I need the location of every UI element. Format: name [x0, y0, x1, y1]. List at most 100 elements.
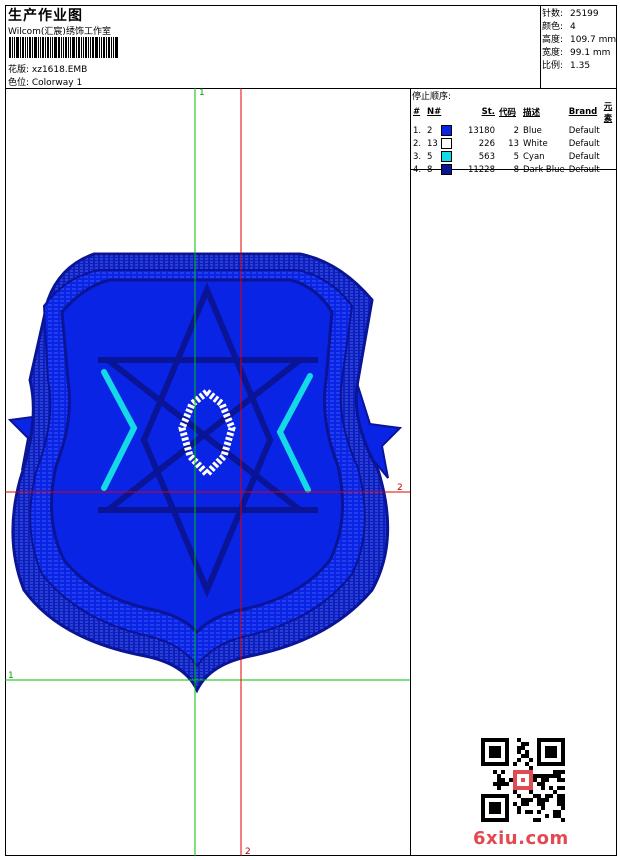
qr-module — [561, 770, 565, 774]
row-code: 2 — [513, 125, 519, 136]
qr-module — [557, 770, 561, 774]
qr-module — [525, 754, 529, 758]
qr-module — [557, 794, 561, 798]
qr-module — [489, 802, 501, 814]
qr-module — [489, 746, 501, 758]
qr-module — [557, 774, 561, 778]
stat-width: 宽度: 99.1 mm — [542, 48, 611, 58]
qr-module — [545, 798, 549, 802]
color-table-header: # N# St. 代码 描述 Brand 元素 — [411, 100, 620, 124]
qr-module — [525, 810, 529, 814]
qr-module — [525, 802, 529, 806]
qr-module — [497, 774, 501, 778]
embroidery-design — [5, 88, 410, 856]
qr-module — [517, 806, 521, 810]
qr-module — [533, 774, 537, 778]
row-element — [602, 137, 620, 150]
row-needle-number: 13 — [427, 139, 438, 149]
qr-module — [561, 794, 565, 798]
qr-module — [537, 818, 541, 822]
color-row: 1. 2 13180 2 Blue Default — [411, 124, 620, 137]
qr-module — [529, 810, 533, 814]
qr-module — [513, 802, 517, 806]
row-needle-number: 8 — [427, 165, 433, 175]
row-needle-number: 2 — [427, 126, 433, 136]
qr-module — [553, 770, 557, 774]
color-swatch — [441, 138, 452, 149]
green-vertical-label: 1 — [199, 88, 205, 98]
red-horizontal-label: 2 — [397, 483, 403, 493]
color-swatch — [441, 125, 452, 136]
qr-module — [525, 762, 529, 766]
qr-module — [525, 750, 529, 754]
row-element — [602, 163, 620, 176]
col-stitches: St. — [481, 107, 495, 117]
qr-module — [557, 778, 561, 782]
qr-module — [557, 814, 561, 818]
qr-module — [545, 774, 549, 778]
stat-stitches: 针数: 25199 — [542, 9, 599, 19]
qr-module — [553, 810, 557, 814]
qr-module — [493, 770, 497, 774]
row-needle: 13 — [425, 137, 459, 150]
qr-module — [545, 778, 549, 782]
stats-divider — [540, 5, 541, 88]
qr-module — [553, 814, 557, 818]
qr-module — [549, 786, 553, 790]
qr-module — [501, 778, 505, 782]
color-swatch — [441, 151, 452, 162]
qr-module — [517, 746, 521, 750]
row-index: 4. — [413, 164, 422, 175]
col-element: 元素 — [603, 102, 613, 124]
row-element — [602, 150, 620, 163]
qr-module — [493, 782, 497, 786]
qr-module — [513, 790, 517, 794]
qr-module — [497, 786, 501, 790]
qr-module — [501, 770, 505, 774]
qr-module — [509, 778, 513, 782]
qr-module — [521, 802, 525, 806]
qr-module — [517, 758, 521, 762]
row-needle: 2 — [425, 124, 459, 137]
color-swatch — [441, 164, 452, 175]
color-table: # N# St. 代码 描述 Brand 元素 1. 2 13180 2 Blue Def… — [411, 100, 620, 176]
qr-module — [561, 818, 565, 822]
row-needle: 8 — [425, 163, 459, 176]
green-horizontal-label: 1 — [8, 671, 14, 681]
qr-module — [561, 778, 565, 782]
col-code: 代码 — [499, 108, 517, 118]
qr-module — [525, 798, 529, 802]
qr-module — [529, 790, 533, 794]
qr-module — [525, 742, 529, 746]
row-code: 13 — [508, 138, 519, 149]
qr-code — [481, 738, 565, 822]
qr-module — [529, 798, 533, 802]
stat-height: 高度: 109.7 mm — [542, 35, 617, 45]
qr-module — [521, 778, 525, 782]
row-code: 8 — [513, 164, 519, 175]
col-description: 描述 — [523, 108, 541, 118]
qr-module — [537, 810, 541, 814]
qr-module — [517, 738, 521, 742]
qr-module — [533, 778, 537, 782]
qr-module — [545, 746, 557, 758]
color-row: 2. 13 226 13 White Default — [411, 137, 620, 150]
qr-module — [537, 782, 541, 786]
row-stitches: 13180 — [467, 125, 495, 136]
qr-module — [537, 794, 541, 798]
row-description: Cyan — [523, 151, 545, 162]
qr-module — [557, 810, 561, 814]
col-index: # — [413, 107, 421, 117]
qr-module — [561, 802, 565, 806]
row-brand: Default — [568, 138, 600, 149]
row-description: Blue — [523, 125, 542, 136]
row-needle: 5 — [425, 150, 459, 163]
qr-module — [561, 806, 565, 810]
qr-module — [549, 794, 553, 798]
color-row: 4. 8 11228 8 Dark Blue Default — [411, 163, 620, 176]
row-index: 1. — [413, 125, 422, 136]
row-description: White — [523, 138, 548, 149]
qr-module — [505, 782, 509, 786]
qr-module — [541, 798, 545, 802]
row-code: 5 — [513, 151, 519, 162]
